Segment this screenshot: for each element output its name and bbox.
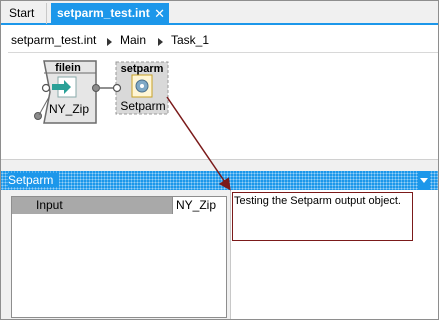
splitter[interactable] — [1, 159, 438, 171]
breadcrumb-item-task[interactable]: Task_1 — [171, 33, 209, 47]
workflow-diagram: filein NY_Zip setparm Setparm — [34, 60, 169, 124]
property-label: Input — [12, 197, 172, 214]
annotation-callout-box — [232, 192, 413, 241]
breadcrumb-item-main[interactable]: Main — [120, 33, 146, 47]
input-port[interactable] — [41, 83, 51, 93]
panel-title: Setparm — [8, 173, 60, 187]
tab-start[interactable]: Start — [3, 3, 47, 24]
property-value[interactable]: NY_Zip — [172, 197, 226, 214]
gear-icon — [131, 74, 153, 98]
input-port[interactable] — [112, 83, 122, 93]
chevron-right-icon — [107, 38, 112, 46]
table-row[interactable]: Input NY_Zip — [12, 197, 226, 214]
output-port[interactable] — [92, 84, 100, 92]
tab-setparm-test-label: setparm_test.int — [57, 6, 150, 20]
close-icon[interactable]: ✕ — [154, 3, 165, 24]
node-setparm-title: setparm — [121, 63, 164, 75]
pin-icon[interactable] — [418, 171, 430, 190]
tab-setparm-test[interactable]: setparm_test.int ✕ — [51, 3, 169, 24]
property-grid: Input NY_Zip — [11, 196, 227, 318]
tab-strip: Start setparm_test.int ✕ — [1, 1, 438, 25]
node-filein-label: NY_Zip — [49, 102, 89, 116]
node-setparm-label: Setparm — [120, 99, 165, 113]
panel-header: Setparm — [1, 171, 438, 190]
node-setparm[interactable]: setparm Setparm — [112, 61, 169, 115]
node-filein-title: filein — [55, 62, 81, 74]
workflow-canvas[interactable]: filein NY_Zip setparm Setparm — [8, 52, 438, 159]
breadcrumb: setparm_test.int Main Task_1 — [1, 27, 438, 53]
node-filein[interactable]: filein NY_Zip — [34, 60, 100, 124]
breadcrumb-item-file[interactable]: setparm_test.int — [11, 33, 96, 47]
reject-port[interactable] — [34, 112, 42, 120]
chevron-right-icon — [158, 38, 163, 46]
tab-start-label: Start — [9, 6, 35, 20]
